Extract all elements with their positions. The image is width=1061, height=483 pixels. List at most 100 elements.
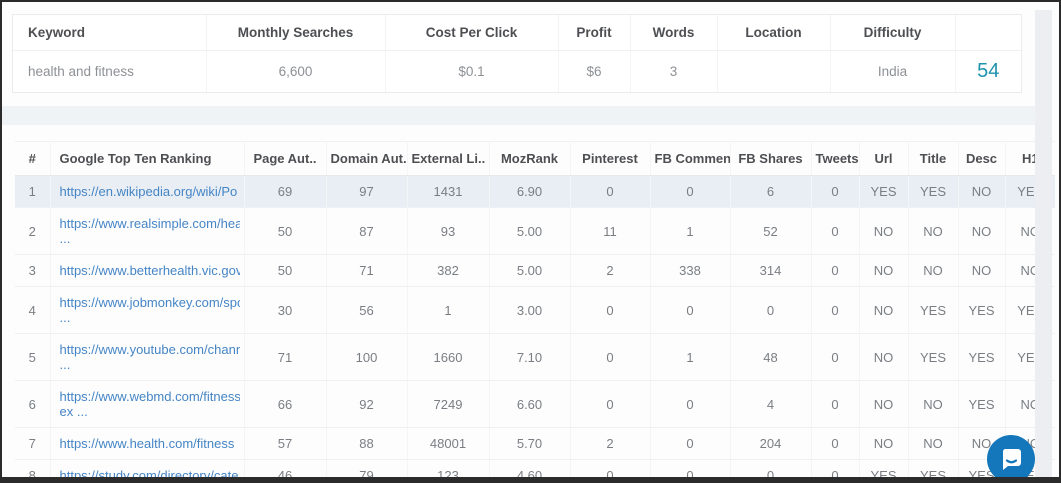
serp-results-table: # Google Top Ten Ranking Page Aut.. Doma… xyxy=(15,141,1055,483)
url-cell: https://www.health.com/fitness xyxy=(50,427,245,460)
url-line1: https://study.com/directory/cate ... xyxy=(59,468,240,483)
url-cell: https://www.realsimple.com/healt... xyxy=(50,207,245,255)
url-flag-cell: NO xyxy=(859,254,909,287)
chat-bubble-icon xyxy=(998,446,1024,472)
rank-cell: 4 xyxy=(15,286,51,334)
mozrank-cell: 4.60 xyxy=(489,459,571,477)
url-line2: ... xyxy=(59,231,71,246)
page-authority-cell: 50 xyxy=(244,207,327,255)
result-link[interactable]: https://study.com/directory/cate ... xyxy=(59,468,240,483)
url-flag-cell: NO xyxy=(859,380,909,428)
page-authority-cell: 71 xyxy=(244,333,327,381)
title-flag-cell: YES xyxy=(908,333,959,381)
pinterest-cell: 0 xyxy=(570,286,651,334)
tweets-header: Tweets xyxy=(811,141,860,176)
pinterest-cell: 0 xyxy=(570,333,651,381)
fb-shares-cell: 4 xyxy=(730,380,812,428)
table-row: 1 https://en.wikipedia.org/wiki/Po ... 6… xyxy=(15,175,1055,208)
page-authority-cell: 46 xyxy=(244,459,327,477)
result-link[interactable]: https://www.webmd.com/fitness-ex ... xyxy=(60,389,240,419)
fb-comment-cell: 1 xyxy=(650,333,731,381)
rank-cell: 6 xyxy=(15,380,51,428)
url-flag-cell: YES xyxy=(859,175,909,208)
result-link[interactable]: https://www.jobmonkey.com/sports... xyxy=(60,295,240,325)
url-cell: https://www.webmd.com/fitness-ex ... xyxy=(50,380,245,428)
page-authority-cell: 69 xyxy=(244,175,327,208)
desc-header: Desc xyxy=(958,141,1006,176)
url-flag-cell: NO xyxy=(859,286,909,334)
tweets-cell: 0 xyxy=(811,459,860,477)
url-line1: https://www.health.com/fitness xyxy=(59,436,235,451)
mozrank-cell: 5.70 xyxy=(489,427,571,460)
url-line1: https://www.jobmonkey.com/sports xyxy=(59,295,240,310)
domain-authority-cell: 71 xyxy=(326,254,408,287)
fb-comment-cell: 0 xyxy=(650,175,731,208)
result-link[interactable]: https://www.health.com/fitness xyxy=(60,436,240,451)
pinterest-cell: 2 xyxy=(570,427,651,460)
table-row: 8 https://study.com/directory/cate ... 4… xyxy=(15,459,1055,483)
domain-authority-cell: 92 xyxy=(326,380,408,428)
domain-authority-cell: 100 xyxy=(326,333,408,381)
desc-flag-cell: YES xyxy=(958,333,1006,381)
result-link[interactable]: https://www.betterhealth.vic.gov ... xyxy=(60,263,240,278)
external-links-cell: 1660 xyxy=(407,333,490,381)
table-row: 5 https://www.youtube.com/channel/... 71… xyxy=(15,333,1055,381)
external-links-cell: 382 xyxy=(407,254,490,287)
rank-cell: 2 xyxy=(15,207,51,255)
result-link[interactable]: https://en.wikipedia.org/wiki/Po ... xyxy=(60,184,240,199)
mozrank-cell: 5.00 xyxy=(489,254,571,287)
tweets-cell: 0 xyxy=(811,207,860,255)
pinterest-cell: 11 xyxy=(570,207,651,255)
url-line1: https://en.wikipedia.org/wiki/Po ... xyxy=(59,184,240,199)
desc-flag-cell: NO xyxy=(958,254,1006,287)
difficulty-score[interactable]: 54 xyxy=(955,51,1021,93)
result-link[interactable]: https://www.youtube.com/channel/... xyxy=(60,342,240,372)
words-value: 3 xyxy=(630,50,718,92)
url-cell: https://www.jobmonkey.com/sports... xyxy=(50,286,245,334)
title-flag-cell: NO xyxy=(908,427,959,460)
pinterest-cell: 0 xyxy=(570,459,651,477)
location-header: Location xyxy=(717,15,831,51)
external-links-cell: 48001 xyxy=(407,427,490,460)
external-links-cell: 1 xyxy=(407,286,490,334)
keyword-data-row: health and fitness 6,600 $0.1 $6 3 India… xyxy=(13,50,1021,93)
fb-shares-cell: 314 xyxy=(730,254,812,287)
tweets-cell: 0 xyxy=(811,427,860,460)
result-link[interactable]: https://www.realsimple.com/healt... xyxy=(60,216,240,246)
url-line2: ... xyxy=(59,357,71,372)
keyword-summary-card: Keyword Monthly Searches Cost Per Click … xyxy=(12,14,1022,93)
section-divider-band xyxy=(2,106,1039,125)
external-links-cell: 1431 xyxy=(407,175,490,208)
url-line1: https://www.realsimple.com/healt xyxy=(59,216,240,231)
url-line2: ... xyxy=(59,310,71,325)
cost-per-click-value: $0.1 xyxy=(385,50,559,92)
mozrank-cell: 6.60 xyxy=(489,380,571,428)
url-flag-cell: YES xyxy=(859,459,909,477)
difficulty-header: Difficulty xyxy=(830,15,956,51)
url-cell: https://www.youtube.com/channel/... xyxy=(50,333,245,381)
page-authority-cell: 66 xyxy=(244,380,327,428)
table-row: 2 https://www.realsimple.com/healt... 50… xyxy=(15,207,1055,255)
vertical-scrollbar[interactable] xyxy=(1035,10,1052,477)
domain-authority-cell: 97 xyxy=(326,175,408,208)
chat-widget-button[interactable] xyxy=(987,435,1035,477)
words-header: Words xyxy=(630,15,718,51)
url-flag-cell: NO xyxy=(859,207,909,255)
external-links-cell: 93 xyxy=(407,207,490,255)
mozrank-cell: 5.00 xyxy=(489,207,571,255)
keyword-summary-table: Keyword Monthly Searches Cost Per Click … xyxy=(13,15,1021,92)
url-line2: ex ... xyxy=(59,404,88,419)
title-flag-cell: NO xyxy=(908,380,959,428)
domain-authority-cell: 87 xyxy=(326,207,408,255)
fb-comment-header: FB Comment xyxy=(650,141,731,176)
serp-header-row: # Google Top Ten Ranking Page Aut.. Doma… xyxy=(15,141,1055,176)
domain-authority-cell: 56 xyxy=(326,286,408,334)
url-cell: https://www.betterhealth.vic.gov ... xyxy=(50,254,245,287)
domain-authority-header: Domain Aut.. xyxy=(326,141,408,176)
pinterest-header: Pinterest xyxy=(570,141,651,176)
mozrank-cell: 6.90 xyxy=(489,175,571,208)
rank-number-header: # xyxy=(15,141,51,176)
url-line1: https://www.youtube.com/channel/ xyxy=(59,342,240,357)
pinterest-cell: 0 xyxy=(570,380,651,428)
tweets-cell: 0 xyxy=(811,254,860,287)
